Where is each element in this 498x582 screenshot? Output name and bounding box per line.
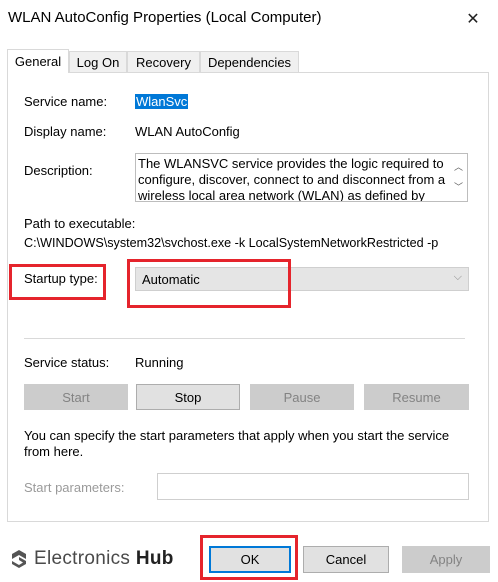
logo-text: Electronics Hub	[34, 548, 174, 569]
service-name-value[interactable]: WlanSvc	[135, 94, 189, 109]
startup-type-label-highlight	[9, 264, 106, 300]
service-status-value: Running	[135, 355, 184, 370]
close-icon: ✕	[466, 11, 480, 28]
stop-button[interactable]: Stop	[136, 384, 240, 410]
resume-button[interactable]: Resume	[364, 384, 469, 410]
description-text: The WLANSVC service provides the logic r…	[138, 156, 446, 202]
cancel-button[interactable]: Cancel	[303, 546, 389, 573]
apply-button[interactable]: Apply	[402, 546, 490, 573]
separator	[24, 338, 465, 339]
scroll-down-icon[interactable]: ﹀	[454, 180, 463, 193]
electronics-hub-logo: Electronics Hub	[10, 548, 174, 570]
pause-button[interactable]: Pause	[250, 384, 354, 410]
start-button[interactable]: Start	[24, 384, 128, 410]
start-params-info: You can specify the start parameters tha…	[24, 428, 450, 459]
description-label: Description:	[24, 163, 93, 178]
window-title: WLAN AutoConfig Properties (Local Comput…	[8, 9, 322, 26]
start-params-input[interactable]	[157, 473, 469, 500]
scroll-up-icon[interactable]: ︿	[454, 160, 463, 173]
tab-log-on[interactable]: Log On	[69, 51, 127, 72]
logo-icon	[12, 550, 26, 568]
path-label: Path to executable:	[24, 216, 136, 231]
service-name-label: Service name:	[24, 94, 108, 109]
service-status-label: Service status:	[24, 355, 110, 370]
startup-type-dropdown-highlight	[127, 259, 291, 308]
tab-general[interactable]: General	[7, 49, 69, 73]
close-button[interactable]: ✕	[456, 4, 490, 34]
description-textbox[interactable]: The WLANSVC service provides the logic r…	[135, 153, 468, 202]
chevron-down-icon: ⌵	[453, 271, 462, 283]
title-bar: WLAN AutoConfig Properties (Local Comput…	[0, 0, 498, 40]
tab-dependencies[interactable]: Dependencies	[200, 51, 299, 72]
display-name-label: Display name:	[24, 124, 107, 139]
ok-button-highlight	[200, 535, 298, 580]
description-scrollbar[interactable]: ︿ ﹀	[451, 154, 467, 201]
path-value: C:\WINDOWS\system32\svchost.exe -k Local…	[24, 236, 439, 250]
tab-recovery[interactable]: Recovery	[127, 51, 200, 72]
display-name-value: WLAN AutoConfig	[135, 124, 240, 139]
start-params-label: Start parameters:	[24, 480, 125, 495]
